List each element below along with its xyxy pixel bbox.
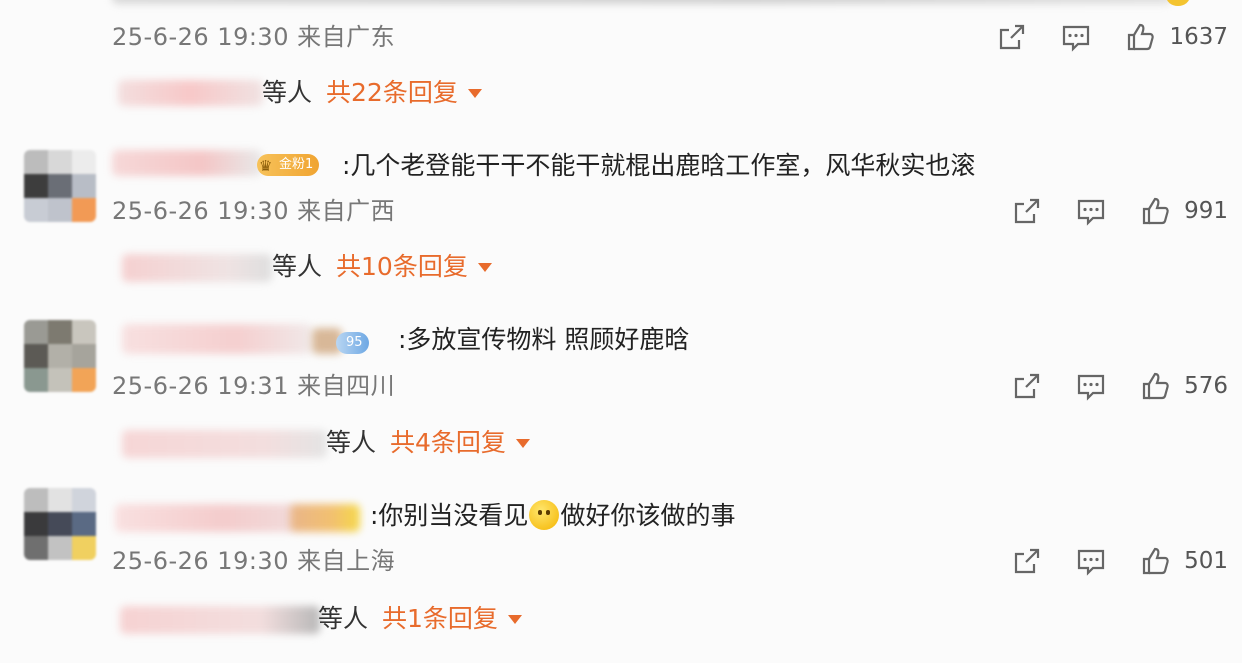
avatar[interactable] bbox=[24, 320, 96, 392]
username-blurred[interactable] bbox=[115, 504, 295, 532]
like-count: 1637 bbox=[1169, 24, 1228, 50]
comment-content: :几个老登能干干不能干就棍出鹿晗工作室，风华秋实也滚 bbox=[342, 151, 976, 180]
badge-blurred bbox=[290, 504, 360, 532]
fan-badge: 95 bbox=[336, 332, 369, 354]
avatar[interactable] bbox=[24, 150, 96, 222]
reply-users-blurred bbox=[118, 80, 263, 106]
chevron-down-icon[interactable] bbox=[477, 263, 492, 272]
reply-summary[interactable]: 等人 共22条回复 bbox=[262, 76, 482, 110]
chevron-down-icon[interactable] bbox=[467, 89, 482, 98]
share-icon[interactable] bbox=[1010, 369, 1044, 403]
like-icon[interactable] bbox=[1138, 369, 1172, 403]
reply-users-blurred bbox=[120, 606, 320, 634]
comment-item: 95 :多放宣传物料 照顾好鹿晗 25-6-26 19:31 来自四川 576 … bbox=[0, 302, 1242, 476]
chevron-down-icon[interactable] bbox=[515, 439, 530, 448]
cutoff-comment-text bbox=[112, 0, 1172, 4]
smile-emoji-icon bbox=[529, 500, 560, 530]
share-icon[interactable] bbox=[995, 20, 1029, 54]
username-blurred[interactable] bbox=[122, 324, 312, 354]
comment-text-part: :你别当没看见 bbox=[370, 501, 529, 530]
crown-icon: ♛ bbox=[259, 157, 273, 175]
reply-count[interactable]: 共10条回复 bbox=[336, 252, 468, 281]
reply-summary[interactable]: 等人 共1条回复 bbox=[318, 602, 522, 636]
comment-meta: 25-6-26 19:30 来自广西 bbox=[112, 197, 396, 225]
fan-badge: ♛ 金粉1 bbox=[257, 154, 320, 176]
reply-users-suffix: 等人 bbox=[318, 604, 369, 633]
badge-label: 95 bbox=[346, 335, 363, 350]
comment-item: ♛ 金粉1 :几个老登能干干不能干就棍出鹿晗工作室，风华秋实也滚 25-6-26 … bbox=[0, 128, 1242, 302]
reply-users-suffix: 等人 bbox=[326, 428, 377, 457]
reply-summary[interactable]: 等人 共10条回复 bbox=[272, 250, 492, 284]
reply-count[interactable]: 共1条回复 bbox=[382, 604, 498, 633]
comment-actions: 576 bbox=[1010, 368, 1228, 404]
like-icon[interactable] bbox=[1138, 544, 1172, 578]
like-count: 501 bbox=[1184, 548, 1228, 574]
comment-meta: 25-6-26 19:30 来自上海 bbox=[112, 547, 396, 575]
username-blurred[interactable] bbox=[112, 150, 262, 176]
like-count: 991 bbox=[1184, 198, 1228, 224]
comment-content: :多放宣传物料 照顾好鹿晗 bbox=[398, 325, 690, 354]
chevron-down-icon[interactable] bbox=[507, 615, 522, 624]
reply-count[interactable]: 共4条回复 bbox=[390, 428, 506, 457]
reply-users-suffix: 等人 bbox=[272, 252, 323, 281]
comment-meta: 25-6-26 19:31 来自四川 bbox=[112, 372, 396, 400]
reply-summary[interactable]: 等人 共4条回复 bbox=[326, 426, 530, 460]
comment-icon[interactable] bbox=[1074, 194, 1108, 228]
comment-actions: 1637 bbox=[995, 19, 1228, 55]
like-icon[interactable] bbox=[1123, 20, 1157, 54]
comment-icon[interactable] bbox=[1059, 20, 1093, 54]
reply-users-suffix: 等人 bbox=[262, 78, 313, 107]
emoji-icon bbox=[1166, 0, 1190, 6]
comment-icon[interactable] bbox=[1074, 369, 1108, 403]
share-icon[interactable] bbox=[1010, 194, 1044, 228]
comment-item: :你别当没看见 做好你该做的事 25-6-26 19:30 来自上海 501 等人… bbox=[0, 476, 1242, 663]
comment-actions: 991 bbox=[1010, 193, 1228, 229]
badge-label: 金粉1 bbox=[279, 157, 314, 172]
reply-count[interactable]: 共22条回复 bbox=[326, 78, 458, 107]
share-icon[interactable] bbox=[1010, 544, 1044, 578]
comment-text-part: 做好你该做的事 bbox=[560, 501, 736, 530]
comment-item: 25-6-26 19:30 来自广东 1637 等人 共22条回复 bbox=[0, 0, 1242, 120]
like-icon[interactable] bbox=[1138, 194, 1172, 228]
comment-meta: 25-6-26 19:30 来自广东 bbox=[112, 23, 396, 51]
reply-users-blurred bbox=[122, 254, 272, 282]
like-count: 576 bbox=[1184, 373, 1228, 399]
avatar[interactable] bbox=[24, 488, 96, 560]
comment-content: :你别当没看见 做好你该做的事 bbox=[370, 499, 735, 533]
reply-users-blurred bbox=[122, 430, 327, 458]
comment-icon[interactable] bbox=[1074, 544, 1108, 578]
comment-actions: 501 bbox=[1010, 543, 1228, 579]
